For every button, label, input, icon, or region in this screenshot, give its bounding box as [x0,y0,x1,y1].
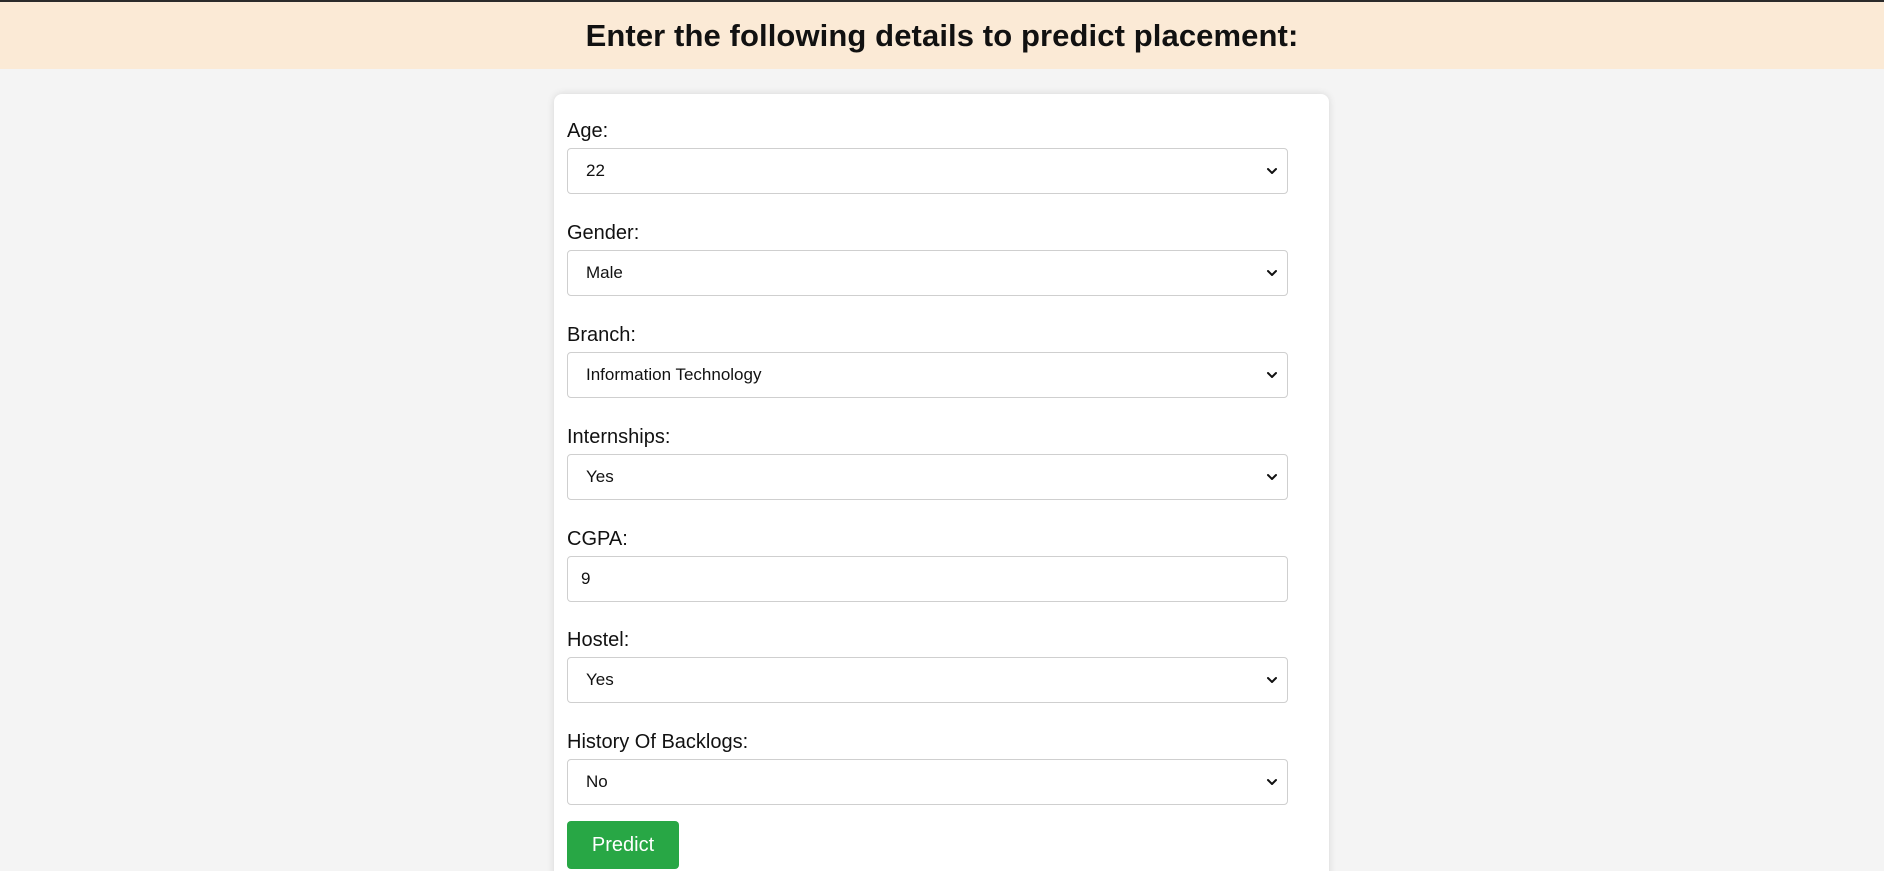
backlogs-label: History Of Backlogs: [567,731,749,753]
chevron-down-icon [1267,168,1277,174]
chevron-down-icon [1267,270,1277,276]
cgpa-input[interactable]: 9 [567,556,1288,602]
hostel-label: Hostel: [567,629,630,651]
internships-select[interactable]: Yes [567,454,1288,500]
age-value: 22 [586,161,605,180]
gender-select[interactable]: Male [567,250,1288,296]
internships-value: Yes [586,467,614,486]
branch-label: Branch: [567,324,636,346]
gender-value: Male [586,263,623,282]
predict-button[interactable]: Predict [567,821,679,869]
placement-form: Age: 22 Gender: Male Branch: Information… [554,94,1329,871]
cgpa-label: CGPA: [567,528,628,550]
internships-label: Internships: [567,426,671,448]
hostel-value: Yes [586,670,614,689]
backlogs-select[interactable]: No [567,759,1288,805]
branch-value: Information Technology [586,365,762,384]
age-label: Age: [567,120,609,142]
page: Enter the following details to predict p… [0,0,1884,871]
chevron-down-icon [1267,372,1277,378]
branch-select[interactable]: Information Technology [567,352,1288,398]
hostel-select[interactable]: Yes [567,657,1288,703]
chevron-down-icon [1267,677,1277,683]
page-title: Enter the following details to predict p… [585,17,1299,53]
chevron-down-icon [1267,474,1277,480]
age-select[interactable]: 22 [567,148,1288,194]
page-header: Enter the following details to predict p… [0,2,1884,69]
chevron-down-icon [1267,779,1277,785]
cgpa-value: 9 [581,569,591,588]
backlogs-value: No [586,772,608,791]
gender-label: Gender: [567,222,640,244]
